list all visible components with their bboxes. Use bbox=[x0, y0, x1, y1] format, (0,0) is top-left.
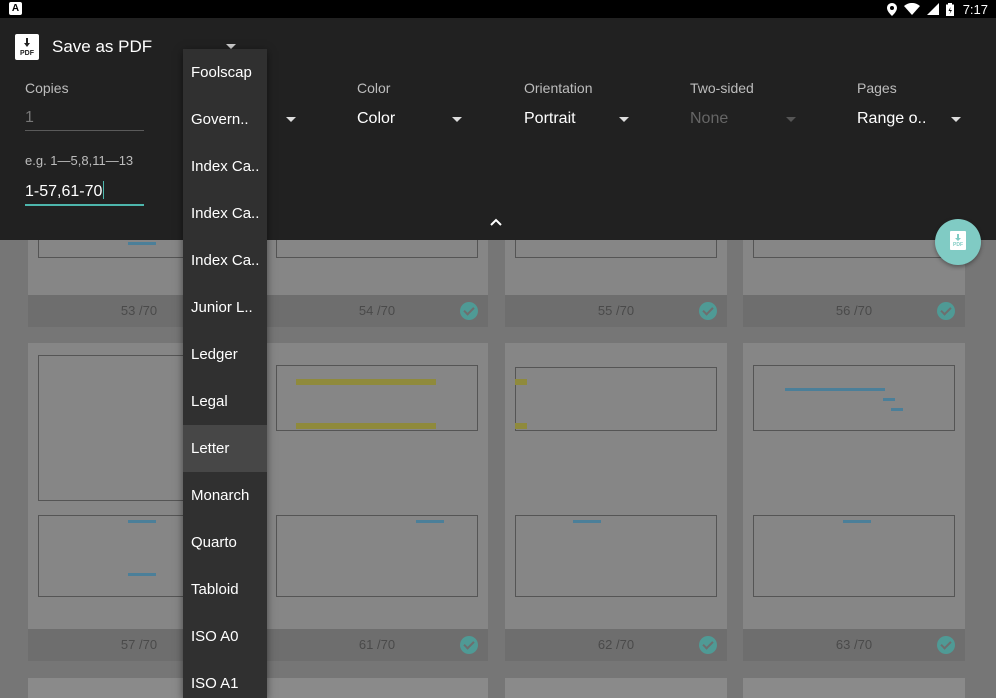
color-label: Color bbox=[357, 80, 391, 96]
page-number: 54 /70 bbox=[358, 303, 396, 318]
two-sided-select: None bbox=[690, 110, 729, 127]
print-options-panel: PDF Save as PDF Copies 1 Color Color Ori… bbox=[0, 18, 996, 240]
page-footer: 54 /70 bbox=[266, 295, 488, 327]
menu-item-junior-legal[interactable]: Junior L.. bbox=[183, 284, 267, 331]
copies-input[interactable]: 1 bbox=[25, 109, 34, 127]
menu-item-legal[interactable]: Legal bbox=[183, 378, 267, 425]
save-pdf-button[interactable]: PDF bbox=[935, 219, 981, 265]
app-notification-icon: A bbox=[9, 2, 22, 15]
page-number: 56 /70 bbox=[835, 303, 873, 318]
page-number: 61 /70 bbox=[358, 637, 396, 652]
menu-item-quarto[interactable]: Quarto bbox=[183, 519, 267, 566]
paper-size-chevron-down-icon[interactable] bbox=[286, 117, 296, 122]
signal-icon bbox=[926, 3, 939, 15]
pdf-destination-icon: PDF bbox=[15, 34, 39, 60]
menu-item-iso-a0[interactable]: ISO A0 bbox=[183, 613, 267, 660]
page-number: 62 /70 bbox=[597, 637, 635, 652]
page-thumbnail-55[interactable]: 55 /70 bbox=[505, 230, 727, 327]
menu-item-index-card[interactable]: Index Ca.. bbox=[183, 143, 267, 190]
pages-chevron-down-icon[interactable] bbox=[951, 117, 961, 122]
battery-icon bbox=[945, 2, 954, 16]
page-selected-check-icon[interactable] bbox=[460, 302, 478, 320]
page-number: 63 /70 bbox=[835, 637, 873, 652]
menu-item-foolscap[interactable]: Foolscap bbox=[183, 49, 267, 96]
page-number: 55 /70 bbox=[597, 303, 635, 318]
chevron-up-icon[interactable] bbox=[490, 218, 502, 226]
page-sheet bbox=[743, 343, 965, 629]
page-selected-check-icon[interactable] bbox=[937, 636, 955, 654]
two-sided-label: Two-sided bbox=[690, 80, 754, 96]
orientation-select[interactable]: Portrait bbox=[524, 110, 576, 128]
color-select[interactable]: Color bbox=[357, 110, 395, 128]
page-preview-area[interactable]: 53 /70 54 /70 55 /70 56 /70 57 /70 61 /7… bbox=[0, 230, 996, 698]
menu-item-iso-a1[interactable]: ISO A1 bbox=[183, 660, 267, 698]
page-range-value: 1-57,61-70 bbox=[25, 183, 103, 200]
page-thumbnail-54[interactable]: 54 /70 bbox=[266, 230, 488, 327]
two-sided-chevron-down-icon bbox=[786, 117, 796, 122]
page-thumbnail-next[interactable] bbox=[266, 678, 488, 698]
page-thumbnail-next[interactable] bbox=[505, 678, 727, 698]
wifi-icon bbox=[903, 3, 920, 15]
page-thumbnail-61[interactable]: 61 /70 bbox=[266, 343, 488, 661]
paper-size-menu[interactable]: Foolscap Govern.. Index Ca.. Index Ca.. … bbox=[183, 49, 267, 698]
orientation-chevron-down-icon[interactable] bbox=[619, 117, 629, 122]
page-sheet bbox=[266, 343, 488, 629]
menu-item-government[interactable]: Govern.. bbox=[183, 96, 267, 143]
menu-item-ledger[interactable]: Ledger bbox=[183, 331, 267, 378]
page-footer: 63 /70 bbox=[743, 629, 965, 661]
clock: 7:17 bbox=[962, 1, 988, 17]
page-thumbnail-next[interactable] bbox=[743, 678, 965, 698]
pages-select[interactable]: Range o.. bbox=[857, 110, 926, 128]
status-bar: A 7:17 bbox=[0, 0, 996, 18]
pdf-download-icon: PDF bbox=[950, 231, 966, 250]
destination-title[interactable]: Save as PDF bbox=[52, 37, 152, 57]
page-selected-check-icon[interactable] bbox=[937, 302, 955, 320]
page-footer: 56 /70 bbox=[743, 295, 965, 327]
page-range-input[interactable]: 1-57,61-70 bbox=[25, 181, 105, 201]
menu-item-index-card[interactable]: Index Ca.. bbox=[183, 237, 267, 284]
menu-item-letter[interactable]: Letter bbox=[183, 425, 267, 472]
status-icons: 7:17 bbox=[886, 0, 988, 18]
page-thumbnail-63[interactable]: 63 /70 bbox=[743, 343, 965, 661]
menu-item-monarch[interactable]: Monarch bbox=[183, 472, 267, 519]
page-range-hint: e.g. 1—5,8,11—13 bbox=[25, 153, 134, 168]
color-chevron-down-icon[interactable] bbox=[452, 117, 462, 122]
page-thumbnail-56[interactable]: 56 /70 bbox=[743, 230, 965, 327]
page-thumbnail-62[interactable]: 62 /70 bbox=[505, 343, 727, 661]
page-footer: 55 /70 bbox=[505, 295, 727, 327]
orientation-label: Orientation bbox=[524, 80, 593, 96]
copies-label: Copies bbox=[25, 80, 69, 96]
menu-item-tabloid[interactable]: Tabloid bbox=[183, 566, 267, 613]
location-icon bbox=[886, 2, 897, 16]
page-footer: 61 /70 bbox=[266, 629, 488, 661]
text-cursor bbox=[103, 181, 105, 199]
page-selected-check-icon[interactable] bbox=[699, 636, 717, 654]
page-selected-check-icon[interactable] bbox=[460, 636, 478, 654]
page-sheet bbox=[505, 343, 727, 629]
page-selected-check-icon[interactable] bbox=[699, 302, 717, 320]
pages-label: Pages bbox=[857, 80, 897, 96]
page-range-underline bbox=[25, 204, 144, 206]
page-footer: 62 /70 bbox=[505, 629, 727, 661]
copies-underline bbox=[25, 130, 144, 131]
menu-item-index-card[interactable]: Index Ca.. bbox=[183, 190, 267, 237]
